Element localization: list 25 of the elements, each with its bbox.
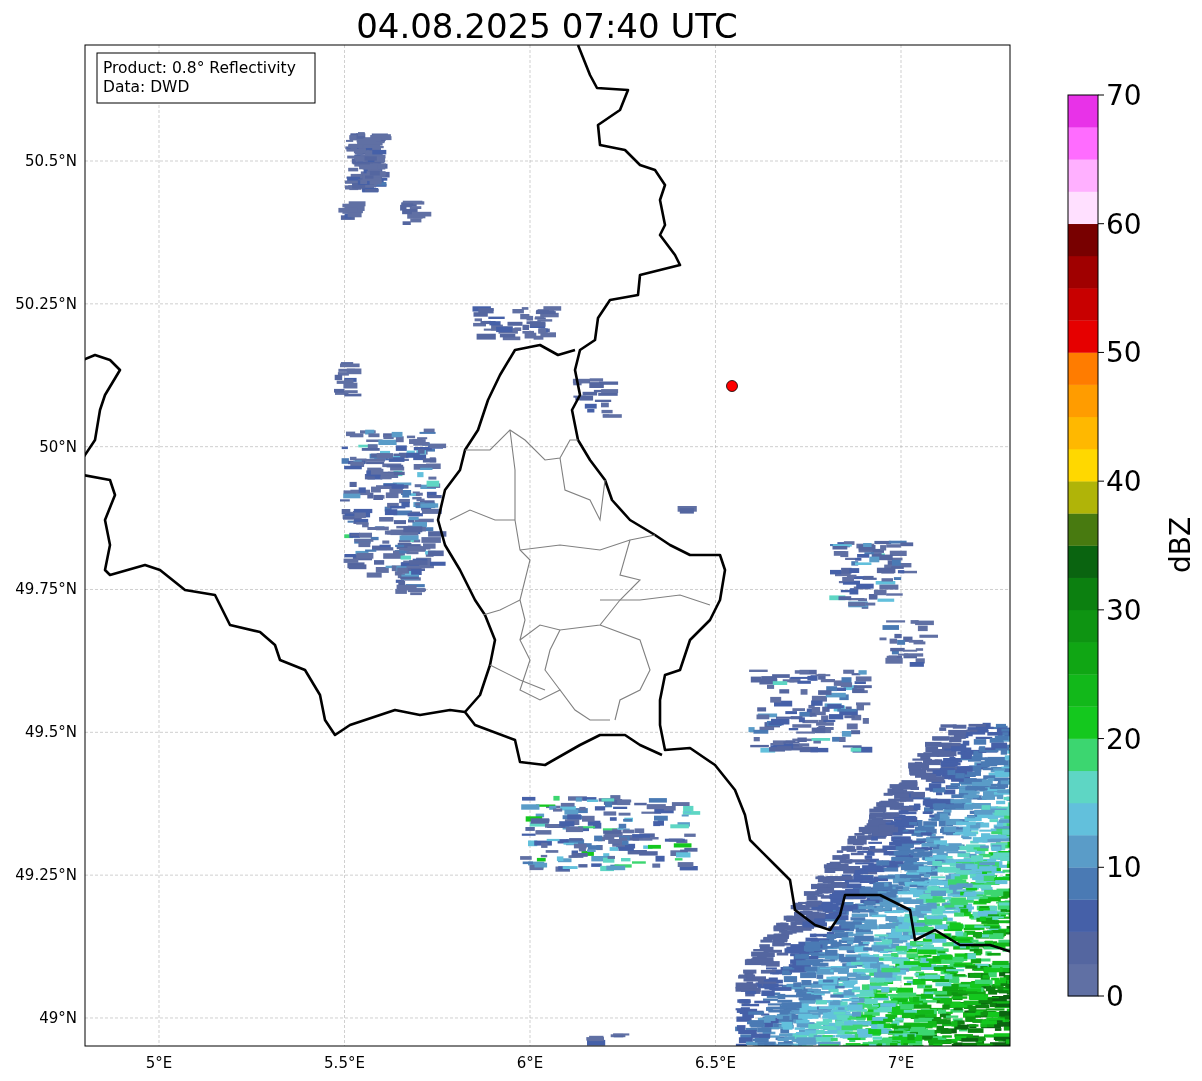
- info-text: Product: 0.8° Reflectivity: [103, 59, 296, 77]
- longitude-label: 5°E: [145, 1054, 173, 1072]
- colorbar-tick-label: 50: [1106, 336, 1142, 370]
- latitude-label: 50°N: [39, 437, 77, 456]
- latitude-label: 49.75°N: [15, 580, 77, 599]
- longitude-label: 5.5°E: [324, 1054, 365, 1072]
- latitude-label: 49.5°N: [24, 723, 77, 742]
- info-text: Data: DWD: [103, 78, 190, 96]
- colorbar-tick-label: 30: [1106, 593, 1142, 627]
- colorbar-tick-label: 0: [1106, 980, 1124, 1013]
- latitude-label: 50.5°N: [24, 152, 77, 170]
- colorbar-tick-label: 10: [1106, 851, 1142, 885]
- colorbar-tick-label: 40: [1106, 465, 1142, 499]
- longitude-label: 6.5°E: [695, 1054, 736, 1072]
- longitude-label: 7°E: [887, 1054, 915, 1072]
- longitude-label: 6°E: [516, 1054, 544, 1072]
- colorbar-label: dBZ: [1164, 516, 1197, 574]
- colorbar-tick-label: 70: [1106, 79, 1142, 112]
- latitude-label: 50.25°N: [15, 294, 77, 313]
- radar-site-marker: [726, 380, 738, 392]
- colorbar-tick-label: 60: [1106, 207, 1142, 241]
- colorbar-tick-label: 20: [1106, 722, 1142, 756]
- latitude-label: 49.25°N: [15, 866, 77, 885]
- latitude-label: 49°N: [39, 1009, 77, 1027]
- plot-title: 04.08.2025 07:40 UTC: [356, 6, 738, 46]
